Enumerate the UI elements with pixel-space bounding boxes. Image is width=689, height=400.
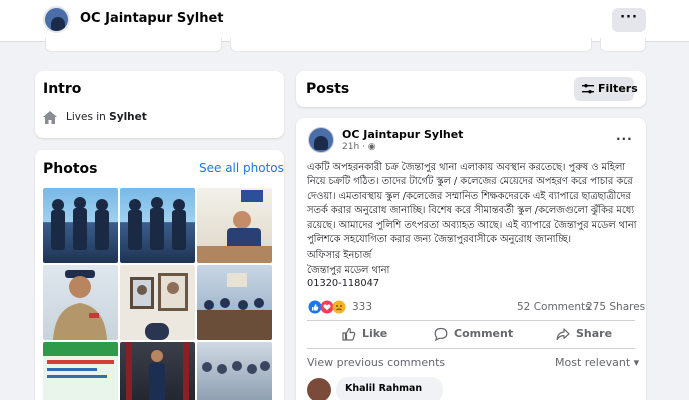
posts-header-card: Posts Filters [296,71,646,107]
post-author-avatar[interactable] [308,127,334,153]
more-options-button[interactable]: ··· [612,8,646,32]
photo-thumbnail[interactable] [197,188,272,263]
lives-in-text: Lives in Sylhet [66,111,147,123]
parade-image [126,342,189,400]
photo-thumbnail[interactable] [43,188,118,263]
page-title[interactable]: OC Jaintapur Sylhet [80,11,224,26]
most-relevant-dropdown[interactable]: Most relevant ▾ [555,356,639,369]
like-icon [342,327,356,341]
officers-image [51,197,109,250]
officers-image [128,197,186,250]
see-all-photos-link[interactable]: See all photos [199,161,284,175]
photos-title: Photos [43,161,98,177]
officer-portrait-image [53,270,107,340]
tab-card [600,38,646,52]
posts-title: Posts [306,81,350,97]
page-header: OC Jaintapur Sylhet ··· [0,0,689,42]
intro-title: Intro [43,81,82,97]
lives-prefix: Lives in [66,111,110,123]
commenter-name[interactable]: Khalil Rahman [345,383,422,394]
post-body: একটি অপহরনকারী চক্র জৈন্তাপুর থানা এলাকা… [307,162,637,246]
post-timestamp[interactable]: 21h · ◉ [342,142,376,152]
commenter-avatar[interactable] [307,378,331,400]
filters-button[interactable]: Filters [574,77,638,101]
photo-thumbnail[interactable] [43,265,118,340]
filters-label: Filters [598,82,638,95]
share-label: Share [576,327,613,340]
photo-thumbnail[interactable] [120,188,195,263]
reaction-icons[interactable] [308,300,348,314]
lives-city[interactable]: Sylhet [109,111,147,123]
divider [307,320,635,321]
filters-icon [582,84,594,94]
photo-thumbnail[interactable] [43,342,118,400]
tab-card [230,38,592,52]
photo-thumbnail[interactable] [120,265,195,340]
post-more-button[interactable]: ··· [616,132,633,146]
view-previous-comments-link[interactable]: View previous comments [307,356,445,369]
share-icon [556,328,570,340]
comments-count[interactable]: 52 Comments [517,301,591,313]
photo-thumbnail[interactable] [197,342,272,400]
shares-count[interactable]: 275 Shares [586,301,645,313]
divider [307,348,635,349]
like-label: Like [362,327,388,340]
comment-bubble: Khalil Rahman [336,377,443,400]
officer-desk-image [197,190,272,263]
crowd-image [202,361,270,374]
framed-portraits-image [130,273,188,340]
photos-card: Photos See all photos [35,150,284,400]
post-card: OC Jaintapur Sylhet 21h · ◉ ··· একটি অপহ… [296,118,646,400]
meeting-image [197,273,272,340]
photo-thumbnail[interactable] [120,342,195,400]
post-author[interactable]: OC Jaintapur Sylhet [342,128,463,141]
banner-image [43,342,118,378]
home-icon [43,111,57,124]
photo-thumbnail[interactable] [197,265,272,340]
phone-number: 01320-118047 [307,278,380,289]
comment-icon [434,327,448,341]
page-avatar[interactable] [43,6,70,33]
comment-label: Comment [454,327,514,340]
tab-card [45,38,222,52]
intro-card: Intro Lives in Sylhet [35,71,284,138]
reactions-count[interactable]: 333 [352,301,372,313]
